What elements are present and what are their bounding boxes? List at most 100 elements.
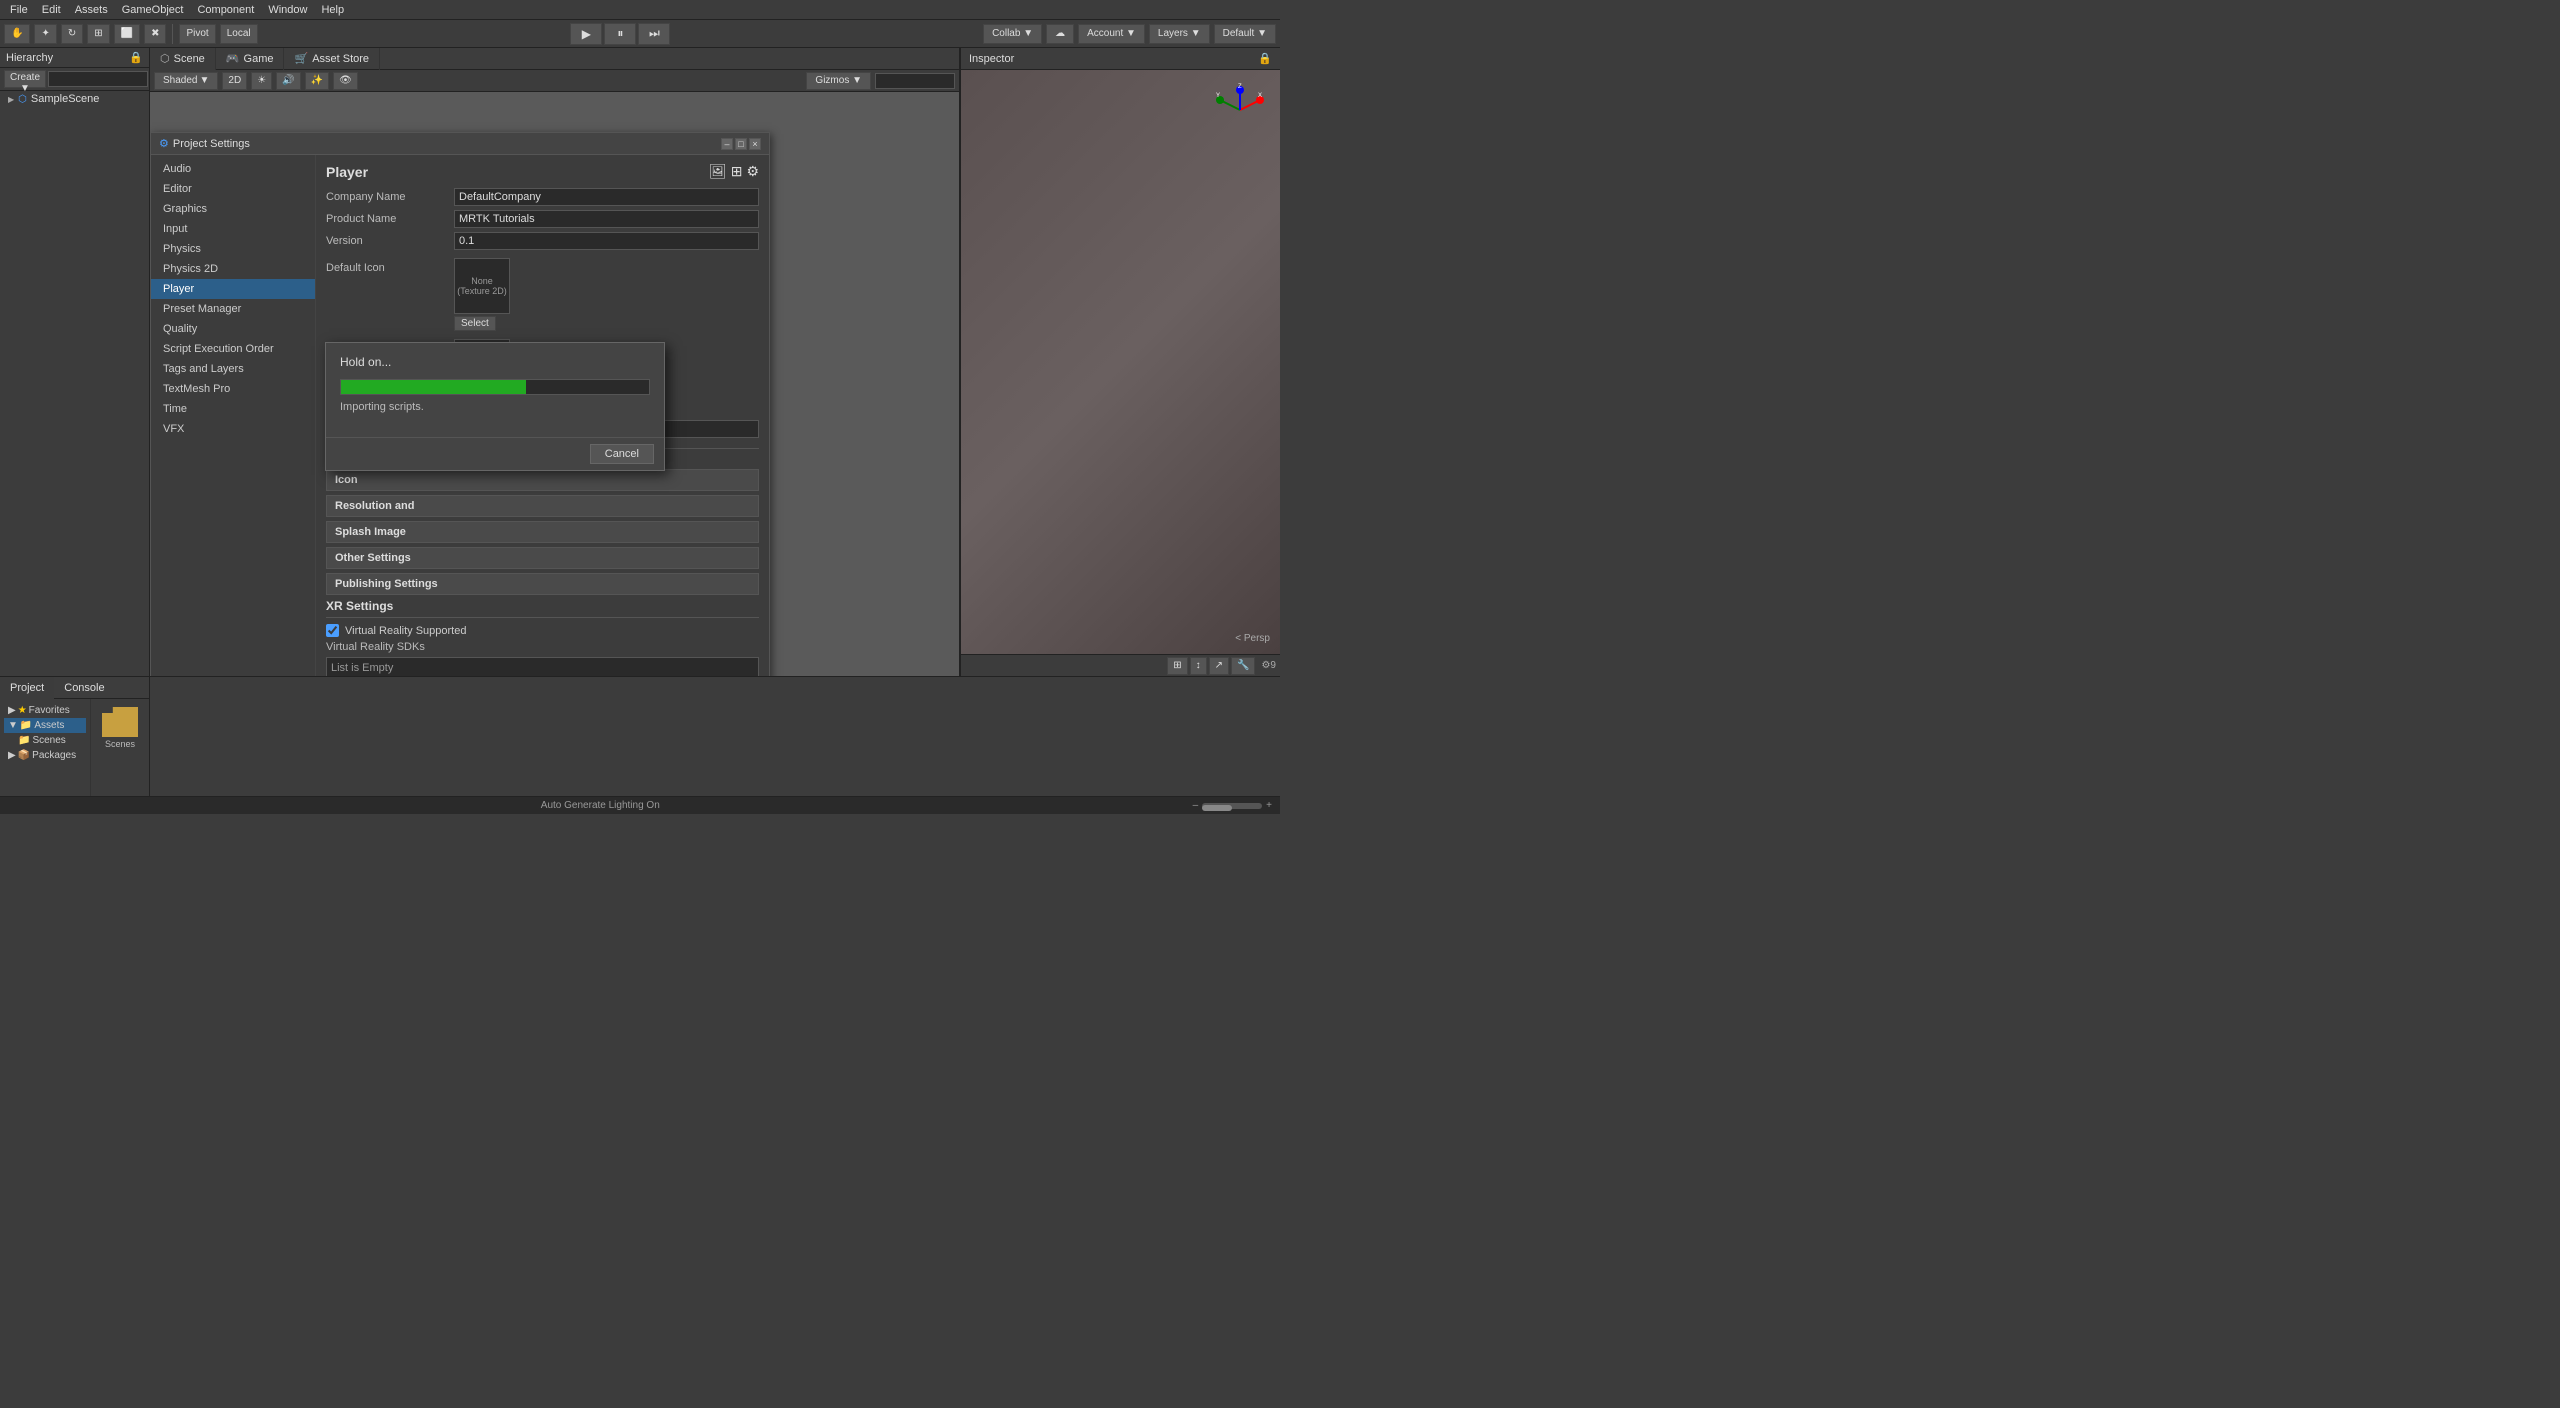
cancel-btn[interactable]: Cancel xyxy=(590,444,654,464)
gizmos-btn[interactable]: Gizmos ▼ xyxy=(806,72,871,90)
sidebar-audio[interactable]: Audio xyxy=(151,159,315,179)
insp-btn-2[interactable]: ↕ xyxy=(1190,657,1207,675)
hidden-btn[interactable]: 👁 xyxy=(333,72,358,90)
tab-game[interactable]: 🎮 Game xyxy=(216,48,285,70)
player-icon-3[interactable]: ⚙ xyxy=(746,163,759,180)
2d-btn[interactable]: 2D xyxy=(222,72,247,90)
menu-help[interactable]: Help xyxy=(315,2,350,18)
menu-assets[interactable]: Assets xyxy=(69,2,114,18)
scenes-asset[interactable]: Scenes xyxy=(95,703,145,792)
packages-expand: ▶ xyxy=(8,750,16,761)
progress-bar-fill xyxy=(341,380,526,394)
hold-on-content: Hold on... Importing scripts. xyxy=(326,343,664,437)
bottom-panel: Project Console ▶ ★ Favorites ▼ 📁 Assets… xyxy=(0,676,1280,796)
sidebar-player[interactable]: Player xyxy=(151,279,315,299)
packages-item[interactable]: ▶ 📦 Packages xyxy=(4,748,86,763)
local-btn[interactable]: Local xyxy=(220,24,258,44)
menu-window[interactable]: Window xyxy=(262,2,313,18)
insp-btn-4[interactable]: 🔧 xyxy=(1231,657,1255,675)
shaded-chevron: ▼ xyxy=(199,75,209,86)
menu-gameobject[interactable]: GameObject xyxy=(116,2,190,18)
dialog-buttons: – □ × xyxy=(721,138,761,150)
svg-text:Y: Y xyxy=(1216,93,1220,99)
menu-file[interactable]: File xyxy=(4,2,34,18)
pause-btn[interactable]: ⏸ xyxy=(604,23,636,45)
hierarchy-scene-item[interactable]: ▶ ⬡ SampleScene xyxy=(0,91,149,107)
inspector-lock-icon[interactable]: 🔒 xyxy=(1258,52,1272,65)
sidebar-input[interactable]: Input xyxy=(151,219,315,239)
product-name-input[interactable] xyxy=(454,210,759,228)
tab-asset-store[interactable]: 🛒 Asset Store xyxy=(284,48,380,70)
favorites-item[interactable]: ▶ ★ Favorites xyxy=(4,703,86,718)
sidebar-vfx[interactable]: VFX xyxy=(151,419,315,439)
svg-text:X: X xyxy=(1258,93,1262,99)
collab-btn[interactable]: Collab ▼ xyxy=(983,24,1042,44)
player-title-row: Player 🖼 ⊞ ⚙ xyxy=(326,163,759,180)
hierarchy-create-btn[interactable]: Create ▼ xyxy=(4,70,46,88)
sidebar-editor[interactable]: Editor xyxy=(151,179,315,199)
menu-component[interactable]: Component xyxy=(191,2,260,18)
assets-item[interactable]: ▼ 📁 Assets xyxy=(4,718,86,733)
sidebar-physics[interactable]: Physics xyxy=(151,239,315,259)
cloud-btn[interactable]: ☁ xyxy=(1046,24,1074,44)
section-splash[interactable]: Splash Image xyxy=(326,521,759,543)
default-icon-label: Default Icon xyxy=(326,258,446,274)
shaded-btn[interactable]: Shaded ▼ xyxy=(154,72,218,90)
hand-tool-btn[interactable]: ✋ xyxy=(4,24,30,44)
effects-btn[interactable]: ✨ xyxy=(305,72,329,90)
default-btn[interactable]: Default ▼ xyxy=(1214,24,1276,44)
tab-scene[interactable]: ⬡ Scene xyxy=(150,48,216,70)
player-icon-1[interactable]: 🖼 xyxy=(709,163,727,180)
hierarchy-lock-icon[interactable]: 🔒 xyxy=(129,51,143,64)
layers-btn[interactable]: Layers ▼ xyxy=(1149,24,1210,44)
section-other[interactable]: Other Settings xyxy=(326,547,759,569)
scale-tool-btn[interactable]: ⊞ xyxy=(87,24,109,44)
icon-select-btn[interactable]: Select xyxy=(454,316,496,331)
hold-on-footer: Cancel xyxy=(326,437,664,470)
minimize-btn[interactable]: – xyxy=(721,138,733,150)
transform-tool-btn[interactable]: ✖ xyxy=(144,24,166,44)
tab-console[interactable]: Console xyxy=(54,677,114,699)
hierarchy-search[interactable] xyxy=(48,71,148,87)
sidebar-graphics[interactable]: Graphics xyxy=(151,199,315,219)
sidebar-script-execution[interactable]: Script Execution Order xyxy=(151,339,315,359)
vr-supported-checkbox[interactable] xyxy=(326,624,339,637)
rotate-tool-btn[interactable]: ↻ xyxy=(61,24,83,44)
scene-search[interactable] xyxy=(875,73,955,89)
move-tool-btn[interactable]: ✦ xyxy=(34,24,56,44)
zoom-plus[interactable]: + xyxy=(1266,800,1272,811)
sdk-empty-text: List is Empty xyxy=(331,662,393,674)
maximize-btn[interactable]: □ xyxy=(735,138,747,150)
zoom-minus[interactable]: – xyxy=(1193,800,1199,811)
zoom-slider[interactable] xyxy=(1202,803,1262,809)
sidebar-physics2d[interactable]: Physics 2D xyxy=(151,259,315,279)
light-btn[interactable]: ☀ xyxy=(251,72,272,90)
section-publishing[interactable]: Publishing Settings xyxy=(326,573,759,595)
close-btn[interactable]: × xyxy=(749,138,761,150)
section-icon[interactable]: Icon xyxy=(326,469,759,491)
3d-scene-view: X Y Z < Persp xyxy=(961,70,1280,654)
scenes-item[interactable]: 📁 Scenes xyxy=(4,733,86,748)
insp-btn-1[interactable]: ⊞ xyxy=(1167,657,1187,675)
version-input[interactable] xyxy=(454,232,759,250)
play-btn[interactable]: ▶ xyxy=(570,23,602,45)
icon-preview-area: None(Texture 2D) Select xyxy=(454,258,510,331)
sidebar-quality[interactable]: Quality xyxy=(151,319,315,339)
company-name-input[interactable] xyxy=(454,188,759,206)
player-icon-2[interactable]: ⊞ xyxy=(731,163,743,180)
zoom-control[interactable]: – + xyxy=(1193,800,1272,811)
menu-edit[interactable]: Edit xyxy=(36,2,67,18)
tab-project[interactable]: Project xyxy=(0,677,54,699)
audio-btn[interactable]: 🔊 xyxy=(276,72,300,90)
rect-tool-btn[interactable]: ⬜ xyxy=(114,24,140,44)
sidebar-textmesh[interactable]: TextMesh Pro xyxy=(151,379,315,399)
sidebar-tags-layers[interactable]: Tags and Layers xyxy=(151,359,315,379)
step-btn[interactable]: ⏭ xyxy=(638,23,670,45)
section-resolution[interactable]: Resolution and xyxy=(326,495,759,517)
pivot-btn[interactable]: Pivot xyxy=(179,24,215,44)
sidebar-preset-manager[interactable]: Preset Manager xyxy=(151,299,315,319)
play-controls: ▶ ⏸ ⏭ xyxy=(570,23,670,45)
insp-btn-3[interactable]: ↗ xyxy=(1209,657,1229,675)
sidebar-time[interactable]: Time xyxy=(151,399,315,419)
account-btn[interactable]: Account ▼ xyxy=(1078,24,1145,44)
